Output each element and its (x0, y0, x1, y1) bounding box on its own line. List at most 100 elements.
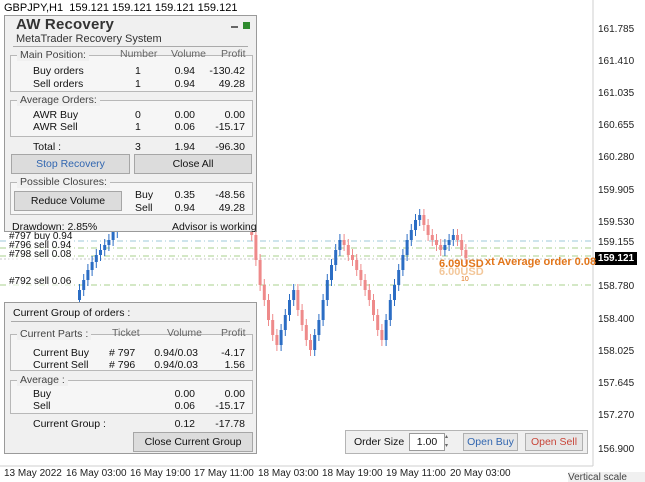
candle-body (451, 235, 455, 240)
price-tick: 161.035 (598, 88, 635, 99)
close-all-button[interactable]: Close All (134, 154, 252, 174)
candle-body (300, 310, 304, 325)
candle-body (107, 240, 111, 245)
average-sell-volume: 0.06 (174, 400, 195, 412)
price-tick: 156.900 (598, 444, 635, 455)
candle-body (367, 290, 371, 300)
candle-body (447, 240, 451, 245)
candle-body (414, 220, 417, 230)
candle-body (313, 335, 317, 350)
time-tick: 16 May 03:00 (66, 468, 127, 479)
group-total-profit: -17.78 (215, 418, 245, 430)
candle-body (111, 232, 115, 240)
order-size-input[interactable]: 1.00 (409, 433, 445, 451)
candle-body (338, 240, 342, 250)
candle-body (78, 290, 81, 300)
header-divider (13, 46, 248, 47)
awr-sell-number: 1 (135, 121, 141, 133)
open-sell-button[interactable]: Open Sell (525, 433, 583, 451)
total-volume: 1.94 (174, 141, 195, 153)
awr-sell-label: AWR Sell (33, 121, 78, 133)
candle-body (422, 215, 426, 225)
current-buy-profit: -4.17 (221, 347, 245, 359)
candle-body (409, 230, 413, 240)
candle-body (292, 290, 296, 300)
candle-body (94, 255, 98, 262)
average-buy-volume: 0.00 (174, 388, 195, 400)
total-number: 3 (135, 141, 141, 153)
candle-body (321, 300, 325, 320)
candle-body (262, 285, 266, 300)
candle-body (460, 240, 464, 250)
candle-body (271, 320, 275, 335)
possible-closures-legend: Possible Closures: (17, 176, 110, 188)
vertical-scale-tag[interactable]: Vertical scale (568, 472, 645, 482)
current-sell-ticket: # 796 (109, 359, 136, 371)
closure-sell-label: Sell (135, 202, 153, 214)
candle-body (90, 262, 94, 270)
order-size-stepper-icon[interactable]: ▴ ▾ (445, 433, 451, 451)
candle-body (330, 265, 333, 280)
column-header-profit: Profit (221, 48, 246, 60)
price-tick: 161.410 (598, 56, 635, 67)
buy-orders-label: Buy orders (33, 65, 84, 77)
status-indicator-icon (243, 22, 250, 29)
price-tick: 159.155 (598, 237, 635, 248)
current-sell-profit: 1.56 (224, 359, 245, 371)
current-buy-ticket: # 797 (109, 347, 136, 359)
order-line-label: #798 sell 0.08 (9, 249, 72, 260)
closure-sell-volume: 0.94 (174, 202, 195, 214)
advisor-status-text: Advisor is working (172, 221, 257, 233)
reduce-volume-button[interactable]: Reduce Volume (14, 191, 122, 211)
current-price-badge: 159.121 (595, 252, 637, 265)
candle-body (279, 330, 283, 345)
stop-recovery-button[interactable]: Stop Recovery (11, 154, 130, 174)
candle-body (405, 240, 409, 255)
current-group-divider (11, 321, 250, 322)
candle-body (334, 250, 338, 265)
candle-body (443, 245, 447, 250)
column-header-volume: Volume (167, 327, 203, 339)
candle-body (426, 225, 430, 235)
closure-sell-profit: 49.28 (218, 202, 245, 214)
order-line-label: #792 sell 0.06 (9, 276, 72, 287)
candle-body (275, 335, 279, 345)
minimize-icon[interactable] (231, 22, 238, 28)
close-current-group-button[interactable]: Close Current Group (133, 432, 253, 452)
average-buy-profit: 0.00 (224, 388, 245, 400)
average-sell-label: Sell (33, 400, 51, 412)
candle-body (359, 270, 363, 280)
order-size-label: Order Size (354, 436, 405, 448)
candle-body (258, 260, 262, 285)
awr-buy-number: 0 (135, 109, 141, 121)
candle-body (397, 270, 401, 285)
candle-body (430, 235, 434, 240)
current-group-panel: Current Group of orders : Current Parts … (4, 302, 257, 454)
profit-annotation: 6.09USD (439, 258, 484, 270)
open-buy-button[interactable]: Open Buy (463, 433, 518, 451)
average-sell-profit: -15.17 (215, 400, 245, 412)
candle-body (384, 320, 388, 340)
order-panel: Order Size 1.00 ▴ ▾ Open Buy Open Sell (345, 430, 588, 454)
candle-body (325, 280, 329, 300)
awr-sell-profit: -15.17 (215, 121, 245, 133)
average-orders-legend: Average Orders: (17, 94, 100, 106)
sell-orders-label: Sell orders (33, 78, 84, 90)
time-tick: 18 May 19:00 (322, 468, 383, 479)
price-tick: 157.645 (598, 378, 635, 389)
chart-symbol-title: GBPJPY,H1 159.121 159.121 159.121 159.12… (4, 2, 238, 14)
candle-body (376, 315, 380, 330)
price-tick: 161.785 (598, 24, 635, 35)
closure-buy-label: Buy (135, 189, 154, 201)
column-header-profit: Profit (221, 327, 246, 339)
average-buy-label: Buy (33, 388, 52, 400)
buy-orders-number: 1 (135, 65, 141, 77)
panel-title: AW Recovery (16, 16, 115, 33)
candle-body (355, 260, 359, 270)
group-total-volume: 0.12 (174, 418, 195, 430)
buy-orders-profit: -130.42 (209, 65, 245, 77)
buy-orders-volume: 0.94 (174, 65, 195, 77)
drawdown-text: Drawdown: 2.85% (12, 221, 98, 233)
next-average-annotation: xt Average order 0.08 (485, 256, 597, 268)
candle-body (372, 300, 375, 315)
